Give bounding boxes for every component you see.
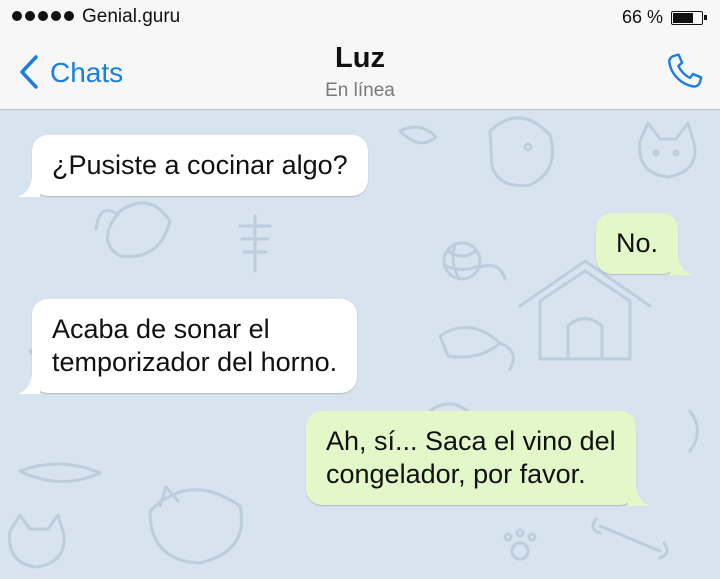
phone-icon[interactable] (662, 50, 706, 94)
message-text-line: Ah, sí... Saca el vino del (326, 426, 616, 456)
message-text-line: congelador, por favor. (326, 459, 586, 489)
message-bubble-incoming[interactable]: Acaba de sonar el temporizador del horno… (18, 299, 358, 394)
contact-name: Luz (335, 42, 385, 74)
battery-percentage: 66 % (622, 7, 664, 27)
chat-header: Chats Luz En línea (0, 34, 720, 110)
message-bubble-outgoing[interactable]: No. (596, 213, 693, 275)
message-bubble-outgoing[interactable]: Ah, sí... Saca el vino del congelador, p… (306, 411, 650, 506)
message-text-line: temporizador del horno. (52, 347, 338, 377)
message-text-line: Acaba de sonar el (52, 314, 270, 344)
message-text: No. (616, 228, 659, 258)
signal-strength-icon (12, 11, 74, 21)
chat-area[interactable]: ¿Pusiste a cocinar algo? No. Acaba de so… (0, 111, 720, 579)
message-text: ¿Pusiste a cocinar algo? (52, 150, 348, 180)
battery-icon (671, 11, 707, 25)
contact-status: En línea (325, 80, 395, 101)
status-bar: Genial.guru 66 % (0, 0, 720, 34)
carrier-name: Genial.guru (82, 6, 181, 27)
message-bubble-incoming[interactable]: ¿Pusiste a cocinar algo? (18, 135, 368, 197)
